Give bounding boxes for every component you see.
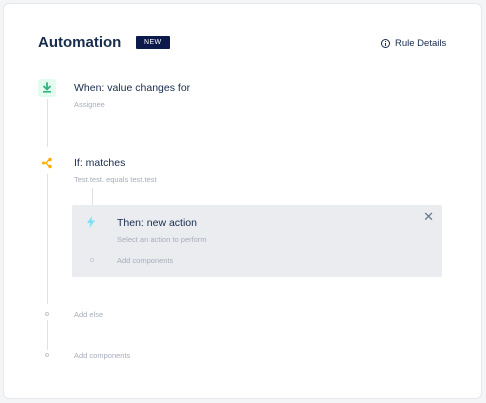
- timeline-line-else: [47, 320, 48, 350]
- action-add-dot: [90, 258, 94, 262]
- action-heading[interactable]: Then: new action: [117, 217, 197, 229]
- automation-card: Automation NEW Rule Details: [3, 3, 482, 399]
- timeline-line-trigger: [47, 99, 48, 147]
- timeline-line-condition: [92, 188, 93, 206]
- add-components-link[interactable]: Add components: [74, 351, 130, 360]
- branch-icon: [42, 157, 52, 169]
- condition-step-icon: [38, 154, 56, 172]
- download-arrow-icon: [43, 82, 51, 93]
- trigger-detail: Assignee: [74, 100, 105, 109]
- lightning-icon: [87, 216, 95, 228]
- add-components-dot: [45, 353, 49, 357]
- action-step-card[interactable]: Then: new action Select an action to per…: [72, 205, 442, 277]
- rule-details-label: Rule Details: [395, 37, 447, 49]
- action-detail: Select an action to perform: [117, 235, 207, 244]
- action-step-icon: [82, 213, 100, 231]
- condition-detail: Test.test. equals test.test: [74, 175, 157, 184]
- info-icon: [381, 38, 390, 48]
- new-badge: NEW: [136, 36, 170, 49]
- action-add-components[interactable]: Add components: [117, 256, 173, 265]
- trigger-step-icon: [38, 79, 56, 97]
- close-icon[interactable]: ✕: [423, 210, 434, 224]
- add-else-dot: [45, 312, 49, 316]
- timeline-line-main: [47, 174, 48, 304]
- rule-details-button[interactable]: Rule Details: [381, 36, 446, 50]
- trigger-heading[interactable]: When: value changes for: [74, 82, 190, 94]
- page-title: Automation: [38, 34, 122, 51]
- condition-heading[interactable]: If: matches: [74, 157, 125, 169]
- add-else-link[interactable]: Add else: [74, 310, 103, 319]
